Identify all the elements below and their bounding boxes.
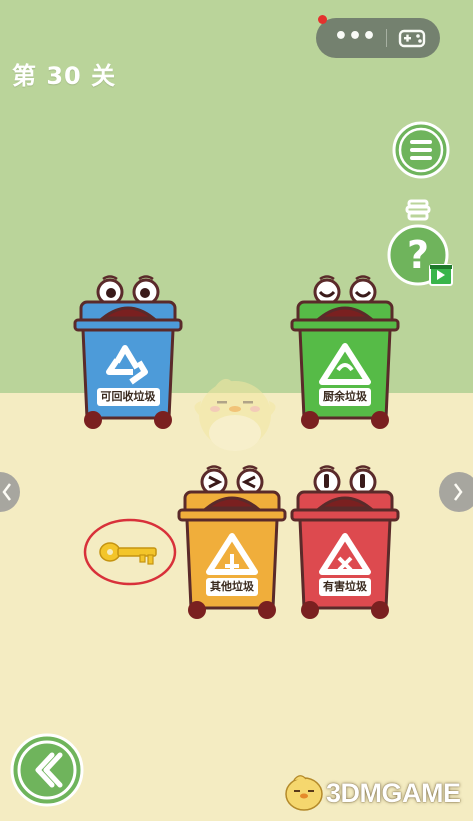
kitchen-bin[interactable]: 厨余垃圾 <box>290 272 400 432</box>
video-icon <box>429 264 453 286</box>
recyclable-bin-label: 可回收垃圾 <box>73 388 183 406</box>
hazardous-bin[interactable]: 有害垃圾 <box>290 462 400 622</box>
notification-dot <box>318 15 327 24</box>
other-bin[interactable]: 其他垃圾 <box>177 462 287 622</box>
watermark-logo: 3DMGAME <box>282 770 468 816</box>
recyclable-bin[interactable]: 可回收垃圾 <box>73 272 183 432</box>
gamepad-icon[interactable] <box>394 24 430 52</box>
svg-text:?: ? <box>407 233 429 277</box>
capsule-divider <box>386 29 387 47</box>
watermark-text: 3DMGAME <box>326 778 461 808</box>
kitchen-bin-label: 厨余垃圾 <box>290 388 400 406</box>
menu-icon[interactable] <box>392 121 450 179</box>
kitchen-bin-graphic <box>290 275 400 429</box>
previous-arrow[interactable] <box>0 472 20 512</box>
next-arrow[interactable] <box>439 472 473 512</box>
hazardous-bin-label: 有害垃圾 <box>290 578 400 596</box>
game-screen: 第 30 关 ••• ? 可回收垃圾 厨余垃圾 其他垃圾 有害垃圾 3DMGAM… <box>0 0 473 821</box>
back-icon[interactable] <box>10 733 84 807</box>
chevron-right-icon <box>454 483 463 501</box>
chick-mascot <box>194 378 276 451</box>
more-icon[interactable]: ••• <box>330 18 380 58</box>
watermark-mascot-icon <box>285 775 323 811</box>
capsule-menu[interactable]: ••• <box>316 18 440 58</box>
key-icon[interactable] <box>82 517 178 587</box>
level-title: 第 30 关 <box>12 62 117 90</box>
other-bin-label: 其他垃圾 <box>177 578 287 596</box>
chevron-left-icon <box>2 483 11 501</box>
recyclable-bin-graphic <box>73 275 183 429</box>
other-bin-graphic <box>177 465 287 619</box>
hazardous-bin-graphic <box>290 465 400 619</box>
